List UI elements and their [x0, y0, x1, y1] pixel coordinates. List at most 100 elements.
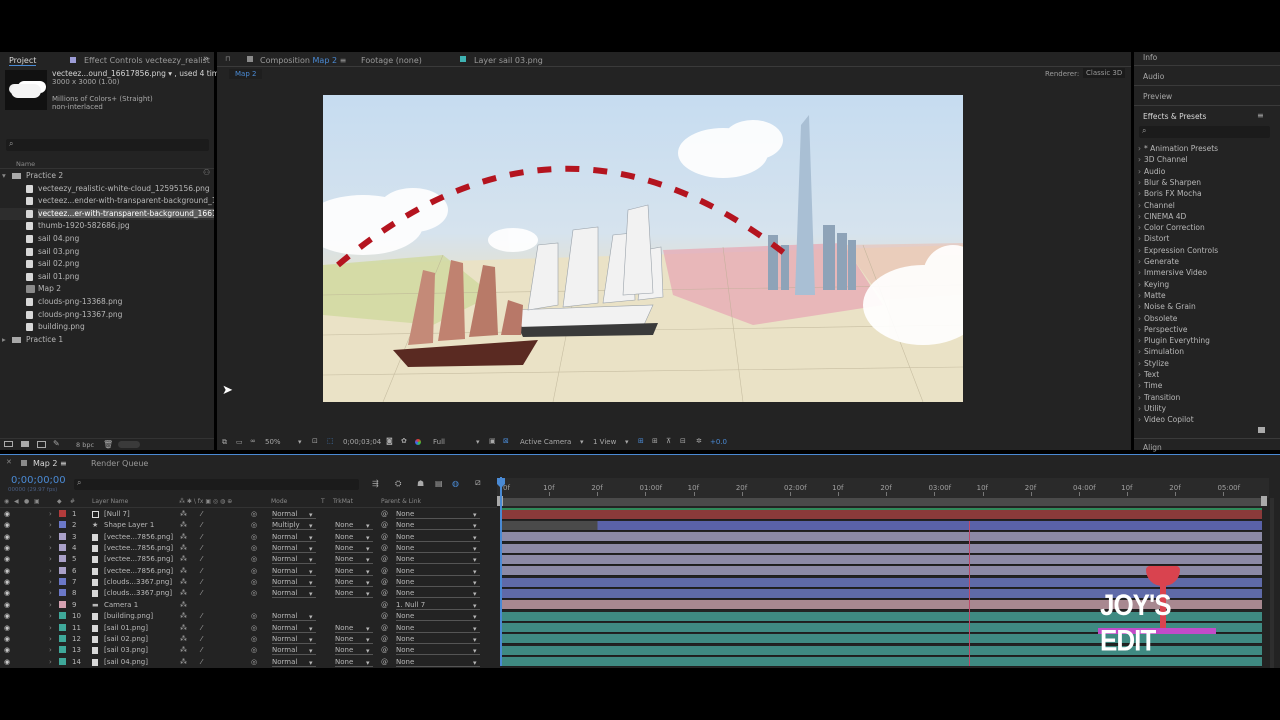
layer-name[interactable]: [clouds...3367.png]	[104, 589, 172, 597]
tab-timeline-map2[interactable]: Map 2 ≡	[33, 459, 67, 468]
effects-category[interactable]: › Blur & Sharpen	[1138, 178, 1201, 187]
label-color-swatch[interactable]	[59, 657, 66, 665]
pickwhip-icon[interactable]: @	[381, 589, 388, 597]
mode-select[interactable]: Normal ▾	[272, 544, 316, 554]
trkmat-select[interactable]: None ▾	[335, 624, 373, 633]
collapse-switch-icon[interactable]: ⁂	[180, 624, 187, 632]
layout-icon[interactable]: ⊞	[652, 437, 658, 445]
tab-project[interactable]: Project	[9, 56, 37, 66]
pickwhip-icon[interactable]: @	[381, 624, 388, 632]
quality-switch-icon[interactable]: ⁄	[201, 555, 202, 563]
region-of-interest-icon[interactable]: ▣	[489, 437, 496, 445]
layer-row[interactable]: ◉ › 4 [vectee...7856.png] ⁂ ⁄ ◎ Normal ▾ None ▾ @ No…	[0, 543, 497, 554]
trkmat-select[interactable]: None ▾	[335, 646, 373, 656]
parent-select[interactable]: None ▾	[396, 510, 480, 519]
quality-switch-icon[interactable]: ⁄	[201, 635, 202, 643]
project-item[interactable]: vecteezy_realistic-white-cloud_12595156.…	[0, 183, 214, 195]
pickwhip-icon[interactable]: @	[381, 646, 388, 654]
camera-icon[interactable]: ◙	[386, 437, 393, 445]
trkmat-select[interactable]: None ▾	[335, 578, 373, 588]
parent-select[interactable]: None ▾	[396, 521, 480, 531]
label-icon[interactable]: ◆	[57, 498, 62, 505]
project-item[interactable]: sail 01.png	[0, 271, 214, 283]
timeline-timecode[interactable]: 0;00;00;00	[11, 475, 66, 486]
mode-select[interactable]: Normal ▾	[272, 658, 316, 667]
collapse-switch-icon[interactable]: ⁂	[180, 533, 187, 541]
trkmat-select[interactable]: None ▾	[335, 658, 373, 667]
layer-row[interactable]: ◉ › 2 ★ Shape Layer 1 ⁂ ⁄ ◎ Multiply ▾ None ▾ @ None ▾	[0, 520, 497, 531]
label-color-swatch[interactable]	[59, 521, 66, 529]
layer-name[interactable]: [building.png]	[104, 612, 153, 620]
effects-category[interactable]: › Keying	[1138, 280, 1169, 289]
tab-composition[interactable]: Composition Map 2 ≡	[260, 56, 346, 65]
chevron-right-icon[interactable]: ›	[49, 510, 52, 518]
eye-icon[interactable]: ◉	[4, 544, 10, 552]
parent-select[interactable]: None ▾	[396, 612, 480, 622]
file-icon[interactable]	[92, 533, 98, 541]
file-icon[interactable]	[92, 647, 98, 655]
layer-duration-bar[interactable]	[501, 543, 1262, 554]
snapshot-icon[interactable]: ⧉	[222, 438, 227, 447]
audio-panel-tab[interactable]: Audio	[1143, 72, 1164, 81]
eye-icon[interactable]: ◉	[4, 612, 10, 620]
effects-category[interactable]: › CINEMA 4D	[1138, 212, 1186, 221]
mode-select[interactable]: Normal ▾	[272, 567, 316, 576]
collapse-switch-icon[interactable]: ⁂	[180, 646, 187, 654]
3d-layer-icon[interactable]: ◎	[251, 521, 257, 529]
mode-select[interactable]: Normal ▾	[272, 555, 316, 565]
chevron-right-icon[interactable]: ›	[49, 624, 52, 632]
mode-select[interactable]: Multiply ▾	[272, 521, 316, 531]
transparency-grid-icon[interactable]: ⊠	[503, 437, 509, 445]
tab-effect-controls[interactable]: Effect Controls vecteezy_realist	[84, 56, 210, 65]
pickwhip-icon[interactable]: @	[381, 510, 388, 518]
audio-icon[interactable]: ◀	[14, 498, 19, 505]
effects-category[interactable]: › Utility	[1138, 404, 1166, 413]
project-item[interactable]: vecteez...er-with-transparent-background…	[0, 207, 214, 220]
null-icon[interactable]	[92, 511, 99, 518]
collapse-switch-icon[interactable]: ⁂	[180, 612, 187, 620]
effects-category[interactable]: › Obsolete	[1138, 314, 1177, 323]
mode-select[interactable]: Normal ▾	[272, 578, 316, 588]
chevron-right-icon[interactable]: ›	[49, 555, 52, 563]
align-panel-tab[interactable]: Align	[1143, 443, 1162, 452]
project-item[interactable]: clouds-png-13368.png	[0, 296, 214, 308]
file-icon[interactable]	[92, 613, 98, 621]
3d-layer-icon[interactable]: ◎	[251, 555, 257, 563]
comp-viewer[interactable]	[323, 95, 963, 402]
pickwhip-icon[interactable]: @	[381, 533, 388, 541]
label-color-swatch[interactable]	[59, 623, 66, 631]
parent-header[interactable]: Parent & Link	[381, 498, 421, 505]
effects-category[interactable]: › Simulation	[1138, 347, 1184, 356]
quality-switch-icon[interactable]: ⁄	[201, 624, 202, 632]
quality-switch-icon[interactable]: ⁄	[201, 567, 202, 575]
effects-category[interactable]: › Matte	[1138, 291, 1166, 300]
eye-icon[interactable]: ◉	[4, 589, 10, 597]
effects-search-input[interactable]: ⌕	[1139, 126, 1270, 138]
chevron-right-icon[interactable]: ›	[49, 658, 52, 666]
effects-category[interactable]: › 3D Channel	[1138, 155, 1188, 164]
pickwhip-icon[interactable]: @	[381, 601, 388, 609]
menu-icon[interactable]: ≡	[58, 459, 67, 468]
3d-layer-icon[interactable]: ◎	[251, 624, 257, 632]
file-icon[interactable]	[92, 579, 98, 587]
eye-icon[interactable]: ◉	[4, 624, 10, 632]
interpret-footage-icon[interactable]	[4, 441, 13, 447]
layer-row[interactable]: ◉ › 7 [clouds...3367.png] ⁂ ⁄ ◎ Normal ▾ None ▾ @ No…	[0, 577, 497, 588]
quality-switch-icon[interactable]: ⁄	[201, 658, 202, 666]
mode-select[interactable]: Normal ▾	[272, 635, 316, 644]
region-icon[interactable]: ⬚	[327, 437, 334, 445]
layer-name[interactable]: [vectee...7856.png]	[104, 567, 173, 575]
parent-select[interactable]: None ▾	[396, 533, 480, 542]
layer-name[interactable]: [vectee...7856.png]	[104, 533, 173, 541]
toggle-pixel-icon[interactable]: ⊞	[638, 437, 644, 445]
renderer-value[interactable]: Classic 3D	[1083, 68, 1126, 78]
info-panel-tab[interactable]: Info	[1143, 53, 1157, 62]
effects-category[interactable]: › Text	[1138, 370, 1159, 379]
parent-select[interactable]: None ▾	[396, 578, 480, 588]
layer-row[interactable]: ◉ › 13 [sail 03.png] ⁂ ⁄ ◎ Normal ▾ None ▾ @ None ▾	[0, 645, 497, 656]
eye-icon[interactable]: ◉	[4, 646, 10, 654]
lock-icon[interactable]: ⊓	[225, 55, 230, 63]
eye-icon[interactable]: ◉	[4, 533, 10, 541]
label-color-swatch[interactable]	[59, 544, 66, 552]
layer-row[interactable]: ◉ › 6 [vectee...7856.png] ⁂ ⁄ ◎ Normal ▾ None ▾ @ No…	[0, 566, 497, 577]
